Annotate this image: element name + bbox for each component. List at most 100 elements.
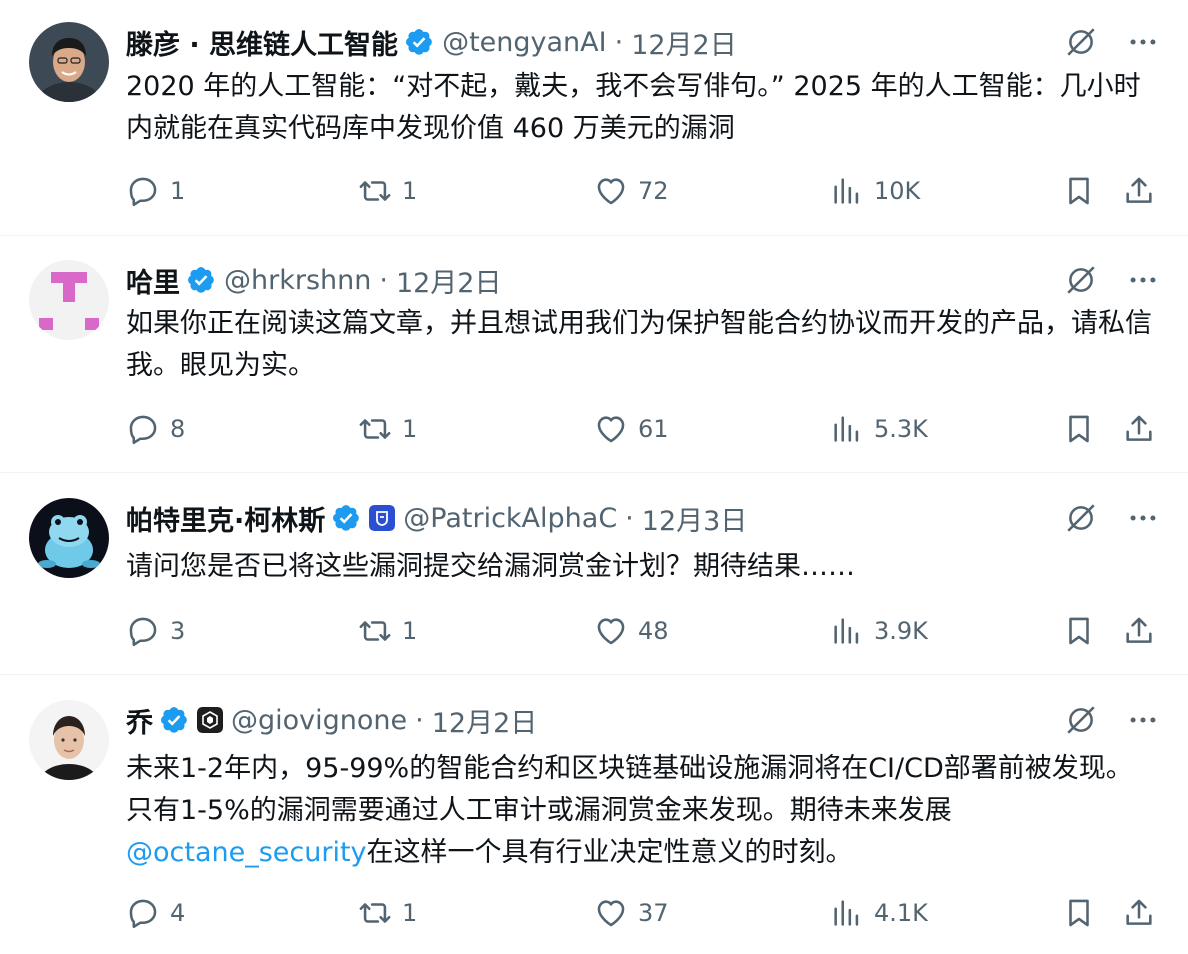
views-count: 4.1K: [874, 899, 928, 927]
views-icon: [830, 174, 864, 208]
share-button[interactable]: [1122, 895, 1156, 931]
tweet-header: 帕特里克·柯林斯 @PatrickAlphaC · 12月3日: [126, 498, 747, 538]
handle[interactable]: @tengyanAI: [442, 27, 607, 58]
retweet-button[interactable]: 1: [358, 173, 417, 209]
bookmark-button[interactable]: [1062, 613, 1096, 649]
reply-count: 8: [170, 415, 186, 443]
grok-icon[interactable]: [1064, 25, 1098, 59]
views-count: 5.3K: [874, 415, 928, 443]
avatar-frog-illustration: [29, 498, 109, 578]
retweet-button[interactable]: 1: [358, 411, 417, 447]
like-button[interactable]: 48: [594, 613, 669, 649]
verified-check-icon[interactable]: [404, 27, 434, 57]
reply-button[interactable]: 3: [126, 613, 185, 649]
views-button[interactable]: 4.1K: [830, 895, 928, 931]
affiliation-badge-icon[interactable]: [369, 505, 396, 531]
avatar-photo: [29, 22, 109, 102]
retweet-count: 1: [402, 415, 418, 443]
reply-count: 4: [170, 899, 186, 927]
reply-button[interactable]: 8: [126, 411, 185, 447]
share-button[interactable]: [1122, 613, 1156, 649]
bookmark-icon: [1062, 174, 1096, 208]
views-count: 10K: [874, 177, 921, 205]
timestamp[interactable]: 12月3日: [642, 499, 748, 538]
share-button[interactable]: [1122, 173, 1156, 209]
avatar[interactable]: [29, 498, 109, 578]
tweet-top-actions: [1064, 501, 1160, 535]
timestamp[interactable]: 12月2日: [631, 23, 737, 62]
share-icon: [1122, 174, 1156, 208]
tweet-header: 滕彦 · 思维链人工智能 @tengyanAI · 12月2日: [126, 22, 737, 62]
more-icon[interactable]: [1126, 703, 1160, 737]
grok-icon[interactable]: [1064, 501, 1098, 535]
retweet-button[interactable]: 1: [358, 895, 417, 931]
bookmark-button[interactable]: [1062, 895, 1096, 931]
retweet-button[interactable]: 1: [358, 613, 417, 649]
reply-button[interactable]: 4: [126, 895, 185, 931]
divider: [0, 472, 1188, 473]
mention-link[interactable]: @octane_security: [126, 837, 367, 868]
display-name[interactable]: 滕彦 · 思维链人工智能: [126, 23, 398, 62]
bookmark-button[interactable]: [1062, 411, 1096, 447]
share-button[interactable]: [1122, 411, 1156, 447]
action-bar: 8 1 61 5.3K: [126, 411, 1166, 447]
views-button[interactable]: 5.3K: [830, 411, 928, 447]
retweet-icon: [358, 614, 392, 648]
handle[interactable]: @hrkrshnn: [224, 265, 371, 296]
affiliation-badge-icon[interactable]: [197, 707, 223, 733]
reply-button[interactable]: 1: [126, 173, 185, 209]
display-name[interactable]: 哈里: [126, 261, 180, 300]
bookmark-button[interactable]: [1062, 173, 1096, 209]
tweet-top-actions: [1064, 263, 1160, 297]
retweet-icon: [358, 896, 392, 930]
timestamp[interactable]: 12月2日: [432, 701, 538, 740]
grok-icon[interactable]: [1064, 703, 1098, 737]
more-icon[interactable]: [1126, 25, 1160, 59]
tweet-text: 未来1-2年内，95-99%的智能合约和区块链基础设施漏洞将在CI/CD部署前被…: [126, 748, 1156, 874]
share-icon: [1122, 412, 1156, 446]
heart-icon: [594, 174, 628, 208]
avatar[interactable]: [29, 22, 109, 102]
reply-count: 3: [170, 617, 186, 645]
like-button[interactable]: 61: [594, 411, 669, 447]
display-name[interactable]: 乔: [126, 701, 153, 740]
reply-icon: [126, 614, 160, 648]
tweet-text-end: 在这样一个具有行业决定性意义的时刻。: [366, 837, 853, 868]
bookmark-icon: [1062, 614, 1096, 648]
retweet-count: 1: [402, 617, 418, 645]
verified-check-icon[interactable]: [186, 265, 216, 295]
views-button[interactable]: 10K: [830, 173, 920, 209]
views-button[interactable]: 3.9K: [830, 613, 928, 649]
like-count: 72: [638, 177, 669, 205]
handle[interactable]: @PatrickAlphaC: [403, 503, 617, 534]
handle[interactable]: @giovignone: [231, 705, 407, 736]
like-button[interactable]: 72: [594, 173, 669, 209]
tweet-header: 乔 @giovignone · 12月2日: [126, 700, 537, 740]
views-icon: [830, 896, 864, 930]
like-button[interactable]: 37: [594, 895, 669, 931]
more-icon[interactable]: [1126, 263, 1160, 297]
retweet-count: 1: [402, 899, 418, 927]
grok-icon[interactable]: [1064, 263, 1098, 297]
avatar-photo: [29, 700, 109, 780]
separator-dot: ·: [415, 704, 424, 736]
reply-count: 1: [170, 177, 186, 205]
share-icon: [1122, 896, 1156, 930]
avatar[interactable]: [29, 700, 109, 780]
reply-icon: [126, 174, 160, 208]
avatar[interactable]: [29, 260, 109, 340]
verified-check-icon[interactable]: [159, 705, 189, 735]
verified-check-icon[interactable]: [331, 503, 361, 533]
bookmark-icon: [1062, 896, 1096, 930]
separator-dot: ·: [625, 502, 634, 534]
heart-icon: [594, 896, 628, 930]
display-name[interactable]: 帕特里克·柯林斯: [126, 499, 325, 538]
like-count: 61: [638, 415, 669, 443]
more-icon[interactable]: [1126, 501, 1160, 535]
views-icon: [830, 412, 864, 446]
timestamp[interactable]: 12月2日: [396, 261, 502, 300]
action-bar: 3 1 48 3.9K: [126, 613, 1166, 649]
like-count: 37: [638, 899, 669, 927]
reply-icon: [126, 412, 160, 446]
separator-dot: ·: [614, 26, 624, 58]
